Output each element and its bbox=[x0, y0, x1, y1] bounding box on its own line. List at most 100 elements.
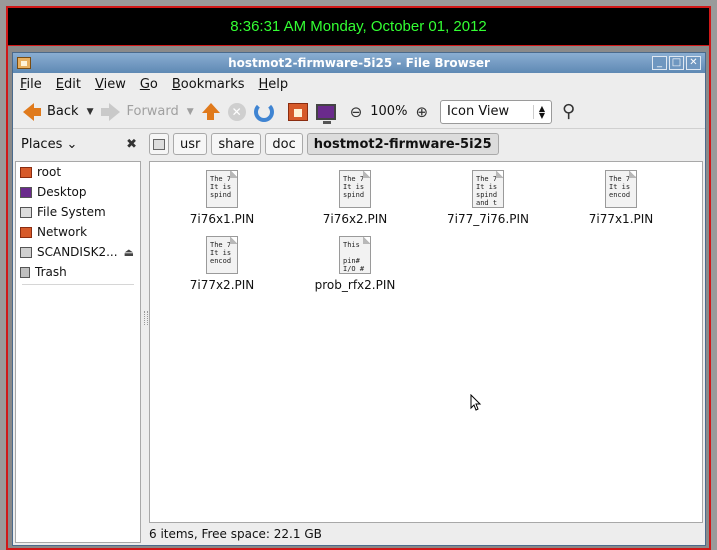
text-file-icon: The 7 It is encod bbox=[206, 236, 238, 274]
eject-icon[interactable]: ⏏ bbox=[124, 246, 134, 259]
maximize-button[interactable]: □ bbox=[669, 56, 684, 70]
sidebar-divider bbox=[22, 284, 134, 285]
reload-button[interactable] bbox=[250, 98, 278, 126]
file-item[interactable]: The 7 It is spind 7i76x2.PIN bbox=[295, 170, 415, 226]
trash-icon bbox=[20, 266, 30, 278]
drive-icon bbox=[20, 246, 32, 258]
file-item[interactable]: This pin# I/O # prob_rfx2.PIN bbox=[295, 236, 415, 292]
sidebar-item-label: Trash bbox=[35, 265, 67, 279]
sidebar-item-filesystem[interactable]: File System bbox=[16, 202, 140, 222]
zoom-in-button[interactable]: ⊕ bbox=[411, 98, 432, 126]
sidebar-item-label: Desktop bbox=[37, 185, 87, 199]
title-bar[interactable]: hostmot2-firmware-5i25 - File Browser _ … bbox=[13, 53, 705, 73]
window-title: hostmot2-firmware-5i25 - File Browser bbox=[228, 56, 490, 70]
crumb-usr[interactable]: usr bbox=[173, 133, 208, 155]
file-name: prob_rfx2.PIN bbox=[314, 278, 396, 292]
filesystem-icon bbox=[20, 206, 32, 218]
file-name: 7i77x2.PIN bbox=[189, 278, 255, 292]
reload-icon bbox=[253, 101, 274, 122]
stop-icon: ✕ bbox=[227, 102, 246, 121]
zoom-level[interactable]: 100% bbox=[370, 104, 407, 119]
crumb-root[interactable] bbox=[149, 133, 169, 155]
places-sidebar: root Desktop File System Network SCANDIS… bbox=[15, 161, 141, 543]
chevron-down-icon: ⌄ bbox=[62, 136, 78, 152]
location-row: Places ⌄ ✖ usr share doc hostmot2-firmwa… bbox=[13, 129, 705, 159]
home-icon bbox=[287, 102, 308, 121]
file-name: 7i77_7i76.PIN bbox=[446, 212, 530, 226]
sidebar-item-network[interactable]: Network bbox=[16, 222, 140, 242]
clock-bar: 8:36:31 AM Monday, October 01, 2012 bbox=[6, 6, 711, 47]
file-browser-window: hostmot2-firmware-5i25 - File Browser _ … bbox=[12, 52, 706, 546]
back-dropdown-icon[interactable]: ▼ bbox=[87, 107, 94, 117]
forward-dropdown-icon[interactable]: ▼ bbox=[187, 107, 194, 117]
sidebar-item-scandisk[interactable]: SCANDISK2... ⏏ bbox=[16, 242, 140, 262]
file-item[interactable]: The 7 It is encod 7i77x1.PIN bbox=[561, 170, 681, 226]
sidebar-item-desktop[interactable]: Desktop bbox=[16, 182, 140, 202]
minimize-button[interactable]: _ bbox=[652, 56, 667, 70]
crumb-current[interactable]: hostmot2-firmware-5i25 bbox=[306, 133, 499, 155]
places-selector[interactable]: Places ⌄ ✖ bbox=[13, 137, 143, 152]
home-button[interactable] bbox=[284, 98, 312, 126]
stop-button[interactable]: ✕ bbox=[224, 98, 250, 126]
close-button[interactable]: ✕ bbox=[686, 56, 701, 70]
crumb-doc[interactable]: doc bbox=[265, 133, 303, 155]
menu-go[interactable]: Go bbox=[139, 77, 159, 92]
forward-label: Forward bbox=[126, 104, 179, 119]
file-name: 7i77x1.PIN bbox=[588, 212, 654, 226]
text-file-icon: The 7 It is encod bbox=[605, 170, 637, 208]
toolbar: Back ▼ Forward ▼ ✕ ⊖ 100% ⊕ Icon View ▲ … bbox=[13, 95, 705, 129]
search-icon[interactable]: ⚲ bbox=[562, 101, 575, 122]
computer-icon bbox=[315, 103, 336, 124]
content-pane: root Desktop File System Network SCANDIS… bbox=[13, 161, 705, 545]
back-button[interactable]: Back ▼ bbox=[19, 98, 97, 126]
text-file-icon: The 7 It is spind and t bbox=[472, 170, 504, 208]
menu-view[interactable]: View bbox=[94, 77, 127, 92]
text-file-icon: The 7 It is spind bbox=[206, 170, 238, 208]
zoom-out-icon: ⊖ bbox=[349, 102, 363, 121]
mouse-cursor-icon bbox=[470, 394, 482, 411]
breadcrumb: usr share doc hostmot2-firmware-5i25 bbox=[149, 133, 499, 155]
menu-bookmarks[interactable]: Bookmarks bbox=[171, 77, 246, 92]
view-mode-value: Icon View bbox=[447, 104, 510, 119]
sidebar-item-label: File System bbox=[37, 205, 106, 219]
file-item[interactable]: The 7 It is encod 7i77x2.PIN bbox=[162, 236, 282, 292]
status-bar: 6 items, Free space: 22.1 GB bbox=[149, 523, 703, 545]
sidebar-item-label: SCANDISK2... bbox=[37, 245, 118, 259]
status-text: 6 items, Free space: 22.1 GB bbox=[149, 527, 322, 541]
places-label: Places bbox=[21, 136, 63, 152]
file-view: The 7 It is spind 7i76x1.PIN The 7 It is… bbox=[149, 161, 703, 523]
clock-text: 8:36:31 AM Monday, October 01, 2012 bbox=[230, 18, 487, 35]
window-controls: _ □ ✕ bbox=[652, 56, 701, 70]
computer-button[interactable] bbox=[312, 98, 340, 126]
spin-arrows-icon: ▲ ▼ bbox=[532, 104, 545, 119]
file-name: 7i76x2.PIN bbox=[322, 212, 388, 226]
file-item[interactable]: The 7 It is spind and t 7i77_7i76.PIN bbox=[428, 170, 548, 226]
forward-arrow-icon bbox=[109, 102, 121, 121]
menu-help[interactable]: Help bbox=[258, 77, 290, 92]
sidebar-item-label: root bbox=[37, 165, 62, 179]
up-button[interactable] bbox=[198, 98, 224, 126]
home-folder-icon bbox=[20, 166, 32, 178]
crumb-share[interactable]: share bbox=[211, 133, 262, 155]
file-name: 7i76x1.PIN bbox=[189, 212, 255, 226]
close-sidebar-icon[interactable]: ✖ bbox=[126, 137, 137, 152]
zoom-in-icon: ⊕ bbox=[415, 102, 429, 121]
forward-button[interactable]: Forward ▼ bbox=[97, 98, 197, 126]
file-item[interactable]: The 7 It is spind 7i76x1.PIN bbox=[162, 170, 282, 226]
sidebar-item-label: Network bbox=[37, 225, 88, 239]
drive-icon bbox=[153, 138, 165, 150]
sidebar-item-root[interactable]: root bbox=[16, 162, 140, 182]
text-file-icon: The 7 It is spind bbox=[339, 170, 371, 208]
view-mode-select[interactable]: Icon View ▲ ▼ bbox=[440, 99, 553, 124]
menu-bar: File Edit View Go Bookmarks Help bbox=[13, 73, 705, 95]
menu-file[interactable]: File bbox=[19, 77, 43, 92]
desktop-icon bbox=[20, 186, 32, 198]
back-label: Back bbox=[47, 104, 79, 119]
sidebar-item-trash[interactable]: Trash bbox=[16, 262, 140, 282]
network-icon bbox=[20, 226, 32, 238]
pane-resize-handle[interactable] bbox=[144, 311, 148, 325]
menu-edit[interactable]: Edit bbox=[55, 77, 82, 92]
up-arrow-icon bbox=[201, 103, 220, 120]
zoom-out-button[interactable]: ⊖ bbox=[346, 98, 367, 126]
text-file-icon: This pin# I/O # bbox=[339, 236, 371, 274]
